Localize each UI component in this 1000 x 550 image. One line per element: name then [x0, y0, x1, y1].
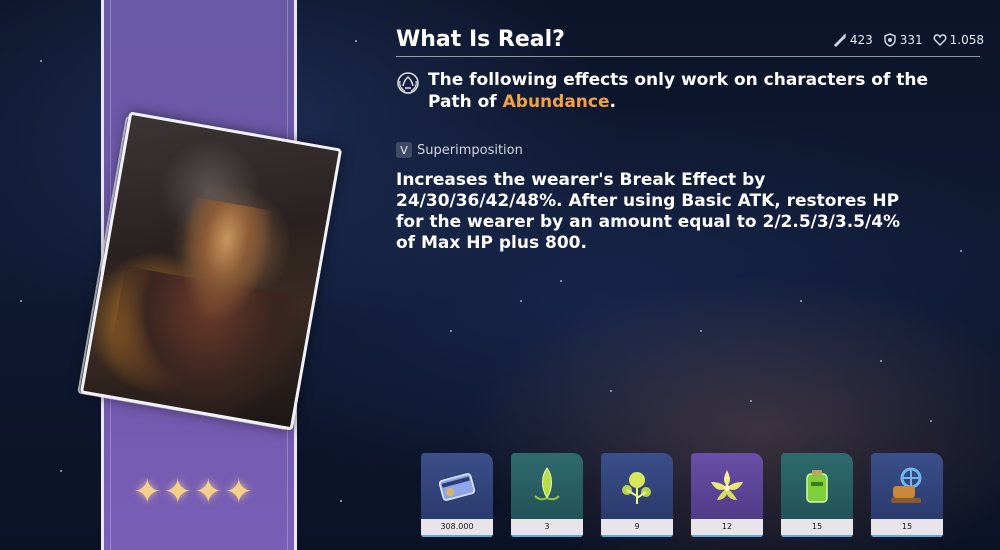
lightcone-stats: 423 331 1.058 — [833, 33, 984, 47]
atk-icon — [833, 33, 846, 47]
path-restriction: The following effects only work on chara… — [396, 69, 976, 113]
hp-stat: 1.058 — [933, 33, 984, 47]
star-icon: ✦ — [224, 472, 254, 512]
lightcone-title: What Is Real? — [396, 27, 565, 52]
star-icon: ✦ — [194, 472, 223, 512]
superimposition-label[interactable]: V Superimposition — [396, 142, 523, 158]
blooming-sprout-icon — [622, 472, 651, 504]
def-icon — [883, 33, 896, 47]
material-item[interactable]: 3 — [511, 453, 583, 537]
valve-gear-icon — [891, 467, 922, 503]
def-stat: 331 — [883, 33, 923, 47]
material-item[interactable]: 9 — [601, 453, 673, 537]
star-icon: ✦ — [163, 472, 193, 512]
hp-icon — [933, 34, 947, 47]
superimposition-badge: V — [396, 142, 412, 158]
green-seed-icon — [534, 467, 560, 501]
lotus-flower-icon — [711, 470, 743, 500]
abundance-path-icon — [397, 72, 419, 94]
path-name: Abundance — [502, 92, 610, 112]
credit-card-icon — [438, 473, 476, 501]
rarity-stars: ✦ ✦ ✦ ✦ — [133, 472, 253, 512]
atk-stat: 423 — [833, 33, 873, 47]
path-restriction-text: The following effects only work on chara… — [428, 70, 929, 112]
material-item[interactable]: 15 — [781, 453, 853, 537]
material-item[interactable]: 12 — [691, 453, 763, 537]
effect-description: Increases the wearer's Break Effect by 2… — [396, 170, 901, 253]
material-item[interactable]: 308.000 — [421, 453, 493, 537]
battery-icon — [806, 470, 828, 503]
title-divider — [396, 56, 980, 57]
star-icon: ✦ — [133, 472, 162, 512]
material-item[interactable]: 15 — [871, 453, 943, 537]
materials-list: 308.000 3 9 12 15 15 — [421, 453, 943, 537]
